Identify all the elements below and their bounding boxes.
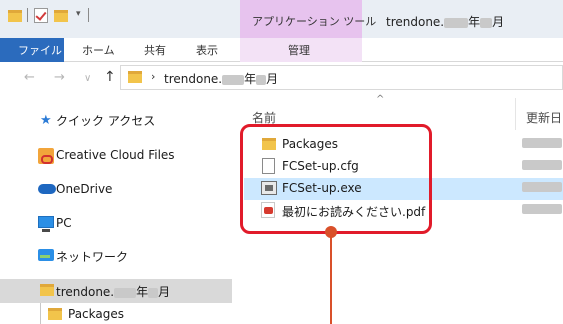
- folder-icon: [40, 284, 54, 296]
- folder-month-suffix: 月: [158, 285, 171, 299]
- up-arrow-icon[interactable]: ↑: [104, 69, 116, 85]
- tree-line: [40, 303, 41, 324]
- navigation-pane: ★ クイック アクセス Creative Cloud Files OneDriv…: [0, 94, 232, 324]
- folder-name-prefix: trendone.: [56, 285, 115, 299]
- column-header-modified[interactable]: 更新日: [526, 109, 562, 126]
- redacted-month: [148, 287, 159, 298]
- sidebar-item-label: Packages: [68, 307, 124, 321]
- creative-cloud-icon: [38, 148, 54, 164]
- pin-icon: ★: [40, 113, 52, 128]
- sidebar-item-onedrive[interactable]: OneDrive: [0, 178, 232, 202]
- onedrive-icon: [38, 184, 56, 194]
- sidebar-item-label: trendone. 年月: [56, 283, 170, 300]
- redacted-year: [444, 17, 469, 28]
- separator: [27, 8, 28, 22]
- sidebar-item-label: PC: [56, 216, 72, 230]
- sidebar-item-label: Creative Cloud Files: [56, 148, 175, 162]
- address-path[interactable]: trendone. 年月: [164, 70, 278, 87]
- title-bar: ▾ アプリケーション ツール trendone. 年月: [0, 0, 563, 38]
- redacted-year: [222, 74, 245, 85]
- redacted-date: [522, 138, 562, 148]
- redacted-date: [522, 160, 562, 170]
- sidebar-item-pc[interactable]: PC: [0, 212, 232, 236]
- ribbon-tabs: ファイル ホーム 共有 表示 管理: [0, 38, 563, 62]
- tab-home[interactable]: ホーム: [82, 42, 115, 58]
- folder-icon: [8, 10, 22, 22]
- new-folder-icon[interactable]: [54, 10, 68, 22]
- folder-icon: [128, 71, 142, 83]
- sidebar-item-label: OneDrive: [56, 182, 113, 196]
- redacted-date: [522, 182, 562, 192]
- sidebar-item-current-folder[interactable]: trendone. 年月: [0, 279, 232, 303]
- tab-file-label[interactable]: ファイル: [18, 42, 62, 58]
- window-title-month-suffix: 月: [492, 15, 505, 29]
- network-icon: [38, 249, 54, 261]
- sidebar-item-quick-access[interactable]: ★ クイック アクセス: [0, 108, 232, 132]
- properties-icon[interactable]: [34, 8, 48, 23]
- callout-dot: [325, 226, 337, 238]
- highlight-box: [240, 124, 432, 234]
- context-tab-label[interactable]: アプリケーション ツール: [252, 13, 376, 29]
- folder-year-suffix: 年: [136, 285, 149, 299]
- redacted-month: [256, 74, 267, 85]
- redacted-date: [522, 204, 562, 214]
- window-title-year-suffix: 年: [468, 15, 481, 29]
- column-divider[interactable]: [515, 98, 516, 130]
- tab-share[interactable]: 共有: [144, 42, 166, 58]
- redacted-month: [480, 17, 493, 28]
- address-year-suffix: 年: [244, 72, 257, 86]
- address-path-prefix: trendone.: [164, 72, 223, 86]
- tab-manage[interactable]: 管理: [288, 42, 310, 58]
- recent-locations-icon[interactable]: ∨: [84, 73, 91, 84]
- separator: [88, 8, 89, 22]
- sidebar-item-label: ネットワーク: [56, 250, 129, 264]
- window-title-prefix: trendone.: [386, 15, 445, 29]
- back-arrow-icon[interactable]: ←: [24, 70, 35, 85]
- window-title: trendone. 年月: [386, 13, 504, 30]
- address-bar[interactable]: › trendone. 年月: [120, 65, 563, 90]
- sidebar-item-label: クイック アクセス: [56, 114, 156, 128]
- navigation-bar: ← → ∨ ↑ › trendone. 年月: [0, 62, 563, 94]
- chevron-right-icon[interactable]: ›: [151, 70, 155, 83]
- forward-arrow-icon[interactable]: →: [54, 70, 65, 85]
- customize-quick-access-icon[interactable]: ▾: [76, 9, 81, 19]
- sidebar-item-creative-cloud[interactable]: Creative Cloud Files: [0, 144, 232, 168]
- sort-ascending-icon: ^: [376, 94, 385, 105]
- redacted-year: [114, 287, 137, 298]
- sidebar-item-packages[interactable]: Packages: [0, 303, 232, 324]
- tab-view[interactable]: 表示: [196, 42, 218, 58]
- folder-icon: [48, 308, 62, 320]
- sidebar-item-network[interactable]: ネットワーク: [0, 244, 232, 268]
- address-month-suffix: 月: [266, 72, 279, 86]
- pc-icon: [38, 216, 54, 232]
- callout-line: [330, 236, 332, 324]
